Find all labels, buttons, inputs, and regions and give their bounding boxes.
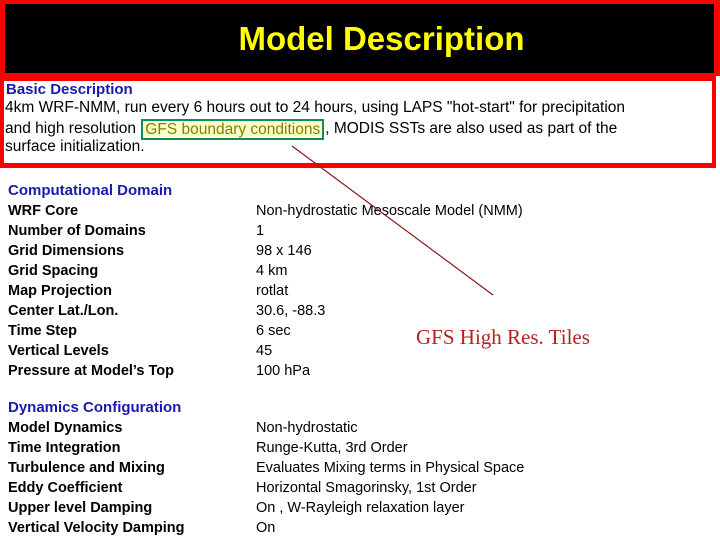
basic-description-panel: Basic Description 4km WRF-NMM, run every… xyxy=(4,81,712,163)
spec-label: Number of Domains xyxy=(8,223,146,239)
spec-value: Evaluates Mixing terms in Physical Space xyxy=(256,460,525,476)
spec-row: Upper level Damping On , W-Rayleigh rela… xyxy=(8,498,524,518)
spec-row: Pressure at Model’s Top 100 hPa xyxy=(8,361,523,381)
spec-value: rotlat xyxy=(256,283,289,299)
spec-value: 1 xyxy=(256,223,265,239)
dynamics-configuration-block: Dynamics Configuration Model Dynamics No… xyxy=(8,398,524,538)
gfs-boundary-conditions-highlight[interactable]: GFS boundary conditions xyxy=(141,118,325,140)
basic-description-line-2-suffix: , MODIS SSTs are also used as part of th… xyxy=(325,119,618,137)
spec-row: Grid Dimensions 98 x 146 xyxy=(8,241,523,261)
spec-value: 30.6, -88.3 xyxy=(256,303,326,319)
spec-value: 100 hPa xyxy=(256,363,311,379)
spec-row: Grid Spacing 4 km xyxy=(8,261,523,281)
title-inner-panel: Model Description xyxy=(5,4,714,73)
spec-label: Vertical Velocity Damping xyxy=(8,520,185,536)
spec-value: 45 xyxy=(256,343,273,359)
spec-label: Model Dynamics xyxy=(8,420,123,436)
page-title: Model Description xyxy=(238,19,525,57)
spec-value: On xyxy=(256,520,276,536)
spec-label: Turbulence and Mixing xyxy=(8,460,165,476)
basic-description-line-2: and high resolution GFS boundary conditi… xyxy=(5,118,712,140)
title-banner: Model Description xyxy=(0,0,720,76)
spec-row: Center Lat./Lon. 30.6, -88.3 xyxy=(8,301,523,321)
computational-domain-heading: Computational Domain xyxy=(8,182,173,199)
spec-label: Vertical Levels xyxy=(8,343,109,359)
spec-value: Runge-Kutta, 3rd Order xyxy=(256,440,408,456)
spec-row: Model Dynamics Non-hydrostatic xyxy=(8,418,524,438)
basic-description-line-1: 4km WRF-NMM, run every 6 hours out to 24… xyxy=(5,99,626,116)
spec-row: Number of Domains 1 xyxy=(8,221,523,241)
spec-label: WRF Core xyxy=(8,203,79,219)
spec-label: Map Projection xyxy=(8,283,112,299)
spec-value: 98 x 146 xyxy=(256,243,312,259)
spec-row: Time Integration Runge-Kutta, 3rd Order xyxy=(8,438,524,458)
basic-description-heading: Basic Description xyxy=(6,81,133,98)
annotation-label: GFS High Res. Tiles xyxy=(416,325,590,349)
spec-label: Time Step xyxy=(8,323,78,339)
basic-description-frame: Basic Description 4km WRF-NMM, run every… xyxy=(0,76,716,168)
spec-row: Turbulence and Mixing Evaluates Mixing t… xyxy=(8,458,524,478)
spec-label: Center Lat./Lon. xyxy=(8,303,119,319)
basic-description-line-3: surface initialization. xyxy=(5,138,145,155)
spec-label: Upper level Damping xyxy=(8,500,153,516)
spec-value: Non-hydrostatic Mesoscale Model (NMM) xyxy=(256,203,523,219)
dynamics-configuration-heading: Dynamics Configuration xyxy=(8,399,182,416)
spec-label: Time Integration xyxy=(8,440,121,456)
spec-row: Map Projection rotlat xyxy=(8,281,523,301)
basic-description-body: 4km WRF-NMM, run every 6 hours out to 24… xyxy=(4,98,712,157)
basic-description-line-2-prefix: and high resolution xyxy=(5,119,141,137)
spec-row: WRF Core Non-hydrostatic Mesoscale Model… xyxy=(8,201,523,221)
spec-label: Grid Dimensions xyxy=(8,243,125,259)
spec-label: Eddy Coefficient xyxy=(8,480,123,496)
spec-row: Eddy Coefficient Horizontal Smagorinsky,… xyxy=(8,478,524,498)
spec-value: 6 sec xyxy=(256,323,291,339)
computational-domain-block: Computational Domain WRF Core Non-hydros… xyxy=(8,181,523,381)
spec-label: Pressure at Model’s Top xyxy=(8,363,174,379)
spec-value: Horizontal Smagorinsky, 1st Order xyxy=(256,480,477,496)
spec-value: Non-hydrostatic xyxy=(256,420,358,436)
spec-row: Vertical Velocity Damping On xyxy=(8,518,524,538)
spec-value: On , W-Rayleigh relaxation layer xyxy=(256,500,465,516)
spec-label: Grid Spacing xyxy=(8,263,99,279)
spec-value: 4 km xyxy=(256,263,288,279)
